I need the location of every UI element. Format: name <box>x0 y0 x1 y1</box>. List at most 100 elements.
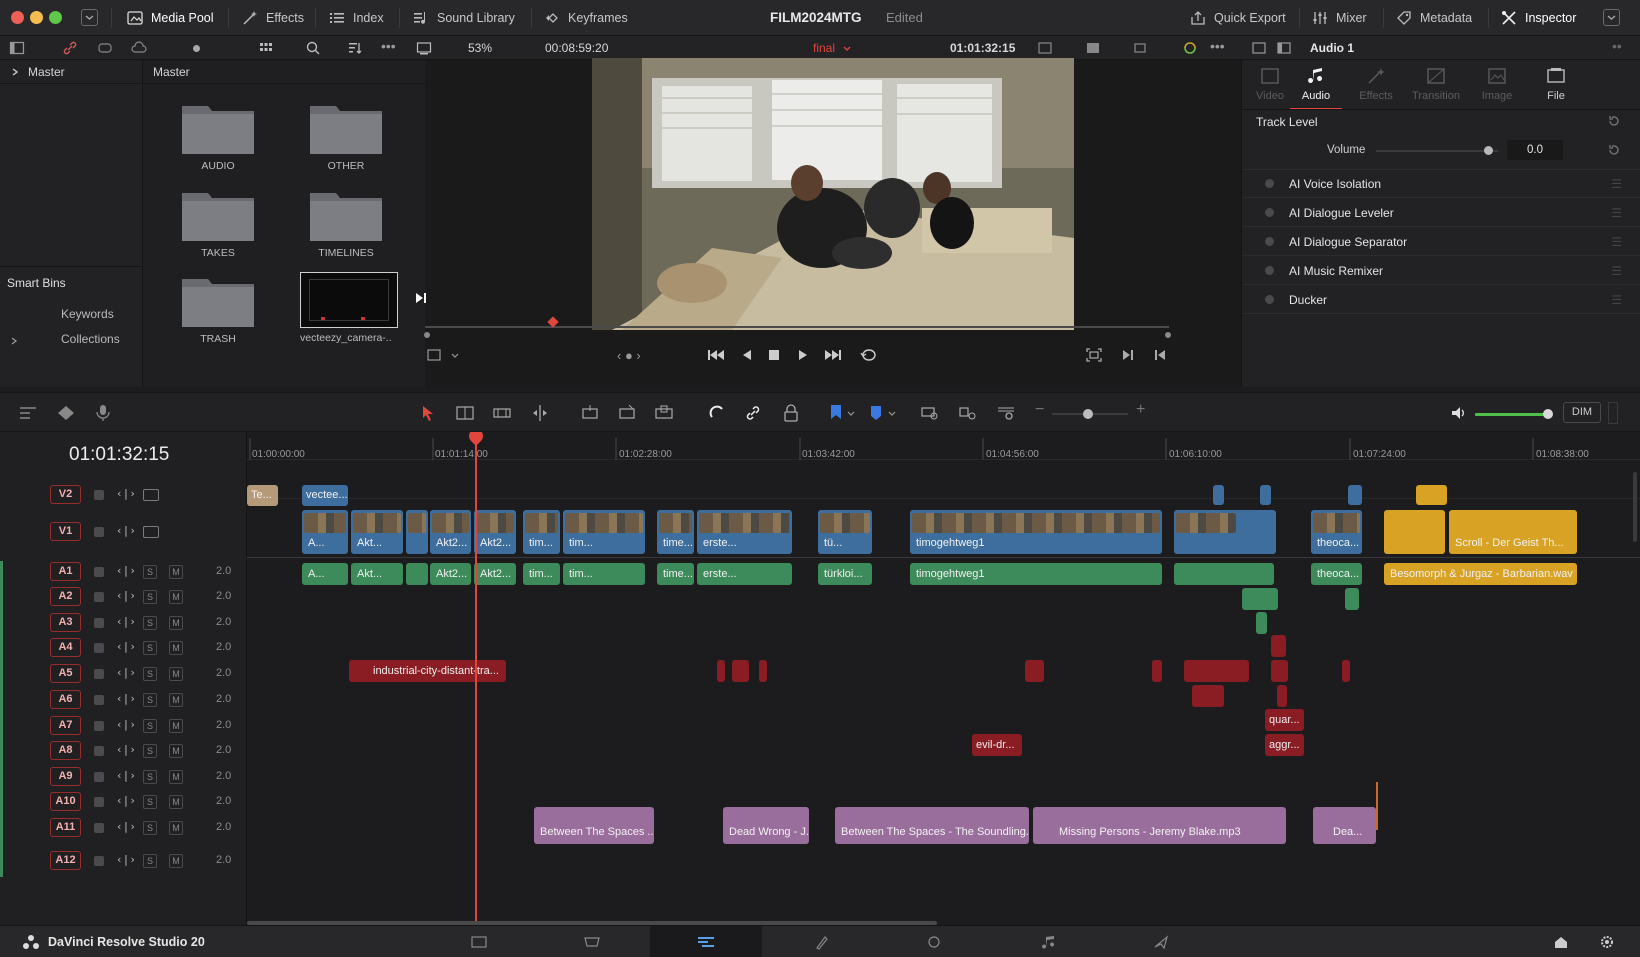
solo-button[interactable]: S <box>143 770 157 784</box>
auto-select-icon[interactable]: ‹|› <box>116 564 136 577</box>
play-reverse-icon[interactable] <box>739 347 755 363</box>
lock-icon[interactable] <box>94 695 104 705</box>
folder-takes[interactable]: TAKES <box>172 187 264 259</box>
v1-clip[interactable]: erste... <box>697 510 792 554</box>
track-name-badge[interactable]: A2 <box>50 587 81 606</box>
window-menu-icon[interactable] <box>1603 9 1620 26</box>
fusion-page-icon[interactable] <box>813 934 831 950</box>
grid-view-icon[interactable] <box>258 40 274 56</box>
track-name-badge[interactable]: A4 <box>50 638 81 657</box>
tag-icon[interactable] <box>97 40 113 56</box>
link-icon[interactable] <box>62 40 78 56</box>
next-edit-icon[interactable] <box>1120 347 1136 363</box>
mute-button[interactable]: M <box>169 770 183 784</box>
drag-handle-icon[interactable]: ☰ <box>1611 206 1622 220</box>
track-header-a10[interactable]: A10 ‹|› S M 2.0 <box>0 790 247 814</box>
tab-audio[interactable]: Audio <box>1286 66 1346 110</box>
drag-handle-icon[interactable]: ☰ <box>1611 264 1622 278</box>
workspace-menu-icon[interactable] <box>81 9 98 26</box>
viewer-more-icon[interactable]: ••• <box>1210 38 1225 54</box>
a1-clip[interactable] <box>1174 563 1274 585</box>
lock-icon[interactable] <box>94 721 104 731</box>
solo-button[interactable]: S <box>143 693 157 707</box>
lock-icon[interactable] <box>94 618 104 628</box>
panel-toggle-icon[interactable] <box>9 40 25 56</box>
more-options-icon[interactable]: ••• <box>381 38 396 54</box>
v1-clip[interactable]: tim... <box>563 510 645 554</box>
mixer-button[interactable]: Mixer <box>1311 6 1367 30</box>
insert-clip-icon[interactable] <box>580 403 600 423</box>
timeline-name[interactable]: final <box>813 41 835 55</box>
effect-toggle[interactable] <box>1265 208 1274 217</box>
effects-button[interactable]: Effects <box>241 6 304 30</box>
a12-clip[interactable]: Between The Spaces - The Soundling... <box>835 807 1029 844</box>
viewer-layout-icon[interactable] <box>416 40 432 56</box>
sort-icon[interactable] <box>347 40 363 56</box>
drag-handle-icon[interactable]: ☰ <box>1611 293 1622 307</box>
track-name-badge[interactable]: A9 <box>50 767 81 786</box>
metadata-button[interactable]: Metadata <box>1395 6 1472 30</box>
skip-to-start-icon[interactable] <box>706 347 726 363</box>
track-name-badge[interactable]: A11 <box>50 818 81 837</box>
solo-button[interactable]: S <box>143 590 157 604</box>
mute-button[interactable]: M <box>169 667 183 681</box>
previous-edit-icon[interactable] <box>1152 347 1168 363</box>
skip-to-end-icon[interactable] <box>823 347 843 363</box>
timeline-options-icon[interactable] <box>18 403 38 423</box>
dynamic-trim-icon[interactable] <box>492 403 512 423</box>
lock-icon[interactable] <box>94 643 104 653</box>
track-monitor-icon[interactable] <box>143 489 159 501</box>
track-header-a4[interactable]: A4 ‹|› S M 2.0 <box>0 636 247 660</box>
edit-page-icon[interactable] <box>696 934 716 950</box>
v1-clip[interactable] <box>1384 510 1445 554</box>
trim-tool-icon[interactable] <box>455 403 475 423</box>
a1-clip[interactable]: theoca... <box>1311 563 1362 585</box>
a12-clip[interactable]: Missing Persons - Jeremy Blake.mp3 <box>1033 807 1286 844</box>
lock-icon[interactable] <box>94 772 104 782</box>
v2-clip-vecteezy[interactable]: vectee... <box>302 485 348 506</box>
auto-select-icon[interactable]: ‹|› <box>116 853 136 866</box>
tab-transition[interactable]: Transition <box>1406 66 1466 102</box>
minimize-window-button[interactable] <box>30 11 43 24</box>
chevron-down-icon[interactable] <box>450 351 460 361</box>
color-page-icon[interactable] <box>925 934 943 950</box>
blade-tool-icon[interactable] <box>530 403 550 423</box>
lock-icon[interactable] <box>94 669 104 679</box>
a12-clip[interactable]: Dea... <box>1313 807 1376 844</box>
zoom-in-button[interactable]: + <box>1136 401 1145 419</box>
tab-file[interactable]: File <box>1526 66 1586 102</box>
thumbnail-size-slider[interactable] <box>193 45 200 52</box>
mute-button[interactable]: M <box>169 744 183 758</box>
auto-select-icon[interactable]: ‹|› <box>116 487 136 500</box>
inspector-more-icon[interactable]: •• <box>1612 38 1622 54</box>
safe-area-icon[interactable] <box>1037 40 1053 56</box>
volume-slider[interactable] <box>1376 150 1498 152</box>
mute-button[interactable]: M <box>169 795 183 809</box>
folder-audio[interactable]: AUDIO <box>172 100 264 172</box>
timeline-zoom-knob[interactable] <box>1083 409 1093 419</box>
zoom-full-icon[interactable] <box>920 403 940 423</box>
track-header-a6[interactable]: A6 ‹|› S M 2.0 <box>0 688 247 712</box>
single-viewer-icon[interactable] <box>1251 40 1267 56</box>
linked-selection-icon[interactable] <box>743 403 763 423</box>
chevron-down-icon[interactable] <box>842 44 852 54</box>
track-name-badge[interactable]: A8 <box>50 741 81 760</box>
auto-select-icon[interactable]: ‹|› <box>116 743 136 756</box>
zoom-detail-icon[interactable] <box>958 403 978 423</box>
track-header-a2[interactable]: A2 ‹|› S M 2.0 <box>0 585 247 609</box>
folder-timelines[interactable]: TIMELINES <box>300 187 392 259</box>
track-name-badge[interactable]: A5 <box>50 664 81 683</box>
marker-icon[interactable] <box>866 403 886 423</box>
auto-select-icon[interactable]: ‹|› <box>116 666 136 679</box>
a1-clip[interactable]: A... <box>302 563 348 585</box>
effect-toggle[interactable] <box>1265 295 1274 304</box>
zoom-custom-icon[interactable] <box>996 403 1016 423</box>
chevron-down-icon[interactable] <box>887 409 897 419</box>
dim-button[interactable]: DIM <box>1563 402 1601 423</box>
auto-select-icon[interactable]: ‹|› <box>116 718 136 731</box>
timeline-area[interactable]: 01:00:00:00 01:01:14:00 01:02:28:00 01:0… <box>247 432 1640 925</box>
monitor-volume-knob[interactable] <box>1543 409 1553 419</box>
selection-tool-icon[interactable] <box>418 403 438 423</box>
track-name-badge[interactable]: A7 <box>50 716 81 735</box>
effect-toggle[interactable] <box>1265 266 1274 275</box>
